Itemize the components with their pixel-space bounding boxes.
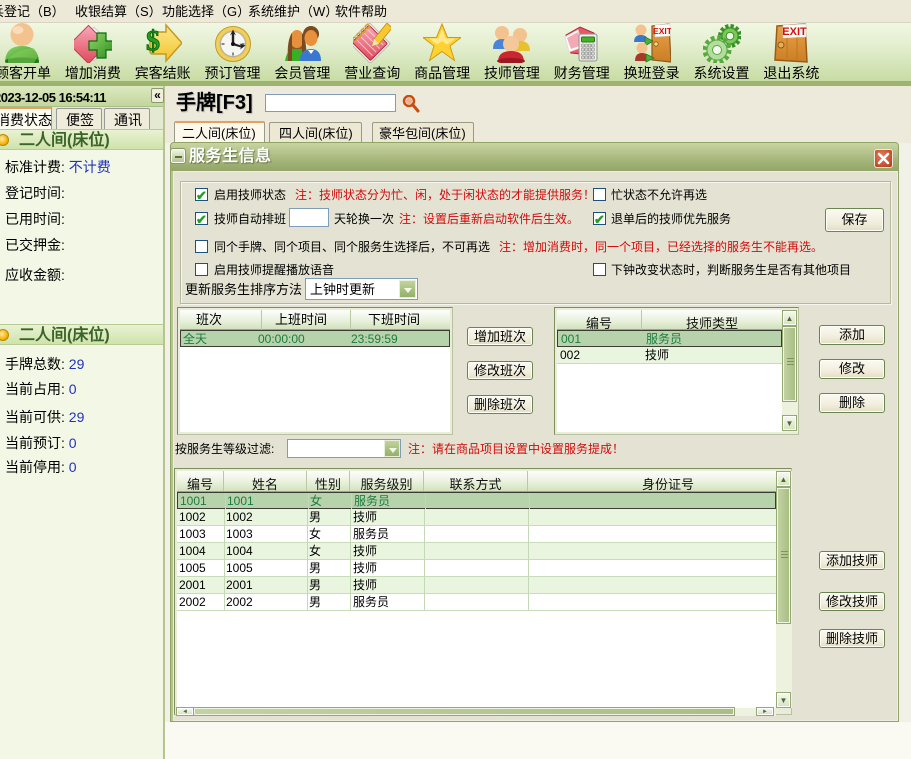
svg-text:EXIT: EXIT <box>653 26 671 36</box>
svg-text:EXIT: EXIT <box>783 26 808 38</box>
svg-text:$: $ <box>146 26 160 57</box>
